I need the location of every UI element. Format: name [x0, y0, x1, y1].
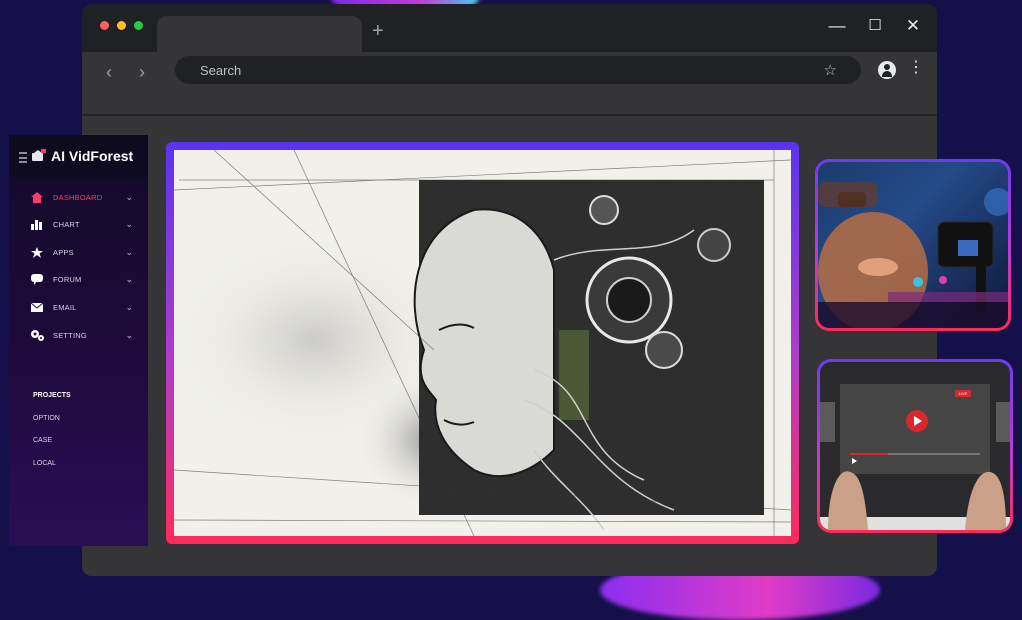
play-button-icon[interactable]: [906, 410, 928, 432]
vr-gaming-image: [818, 162, 1008, 328]
sidebar-item-label: DASHBOARD: [53, 193, 103, 202]
live-badge: LIVE: [955, 390, 971, 397]
envelope-icon: [31, 302, 43, 312]
new-tab-button[interactable]: +: [372, 20, 384, 43]
chevron-down-icon: ⌄: [125, 274, 133, 284]
browser-menu-kebab-icon[interactable]: ⋮: [908, 60, 924, 76]
sidebar-item-forum[interactable]: FORUM ⌄: [31, 272, 135, 288]
sidebar-subitem-option[interactable]: OPTION: [33, 415, 60, 422]
vr-gaming-thumbnail[interactable]: [815, 159, 1011, 331]
minimize-window-icon[interactable]: —: [827, 16, 847, 36]
chevron-down-icon: ⌄: [125, 247, 133, 257]
sidebar-item-label: APPS: [53, 248, 74, 257]
browser-titlebar: + — ☐ ✕: [82, 4, 937, 54]
window-traffic-lights: [100, 21, 143, 30]
chevron-down-icon: ⌄: [125, 192, 133, 202]
sidebar-item-chart[interactable]: CHART ⌄: [31, 217, 135, 233]
app-sidebar: AI VidForest DASHBOARD ⌄ CHART ⌄ APPS ⌄ …: [9, 135, 148, 546]
sidebar-item-apps[interactable]: APPS ⌄: [31, 245, 135, 261]
featured-image-frame: [166, 142, 799, 544]
video-player-image: LIVE: [820, 362, 1010, 530]
sidebar-header: AI VidForest: [9, 135, 148, 177]
sidebar-item-label: SETTING: [53, 331, 87, 340]
chevron-down-icon: ⌄: [125, 330, 133, 340]
star-icon: [31, 247, 43, 258]
close-dot-icon[interactable]: [100, 21, 109, 30]
video-player-thumbnail[interactable]: LIVE: [817, 359, 1013, 533]
address-bar[interactable]: Search ☆: [175, 56, 861, 84]
browser-tab-active[interactable]: [157, 16, 362, 54]
sidebar-item-setting[interactable]: SETTING ⌄: [31, 328, 135, 344]
video-player-illustration: [820, 384, 1010, 530]
minimize-dot-icon[interactable]: [117, 21, 126, 30]
maximize-dot-icon[interactable]: [134, 21, 143, 30]
sidebar-item-label: FORUM: [53, 275, 82, 284]
bar-chart-icon: [31, 220, 42, 230]
sidebar-item-email[interactable]: EMAIL ⌄: [31, 300, 135, 316]
maximize-window-icon[interactable]: ☐: [865, 16, 885, 34]
projects-section-title: PROJECTS: [33, 392, 71, 399]
hamburger-menu-icon[interactable]: [19, 152, 27, 163]
vr-gaming-illustration: [818, 182, 1008, 328]
ai-sketch-portrait-image[interactable]: [174, 150, 791, 536]
ai-portrait-illustration: [174, 150, 791, 536]
chevron-down-icon: ⌄: [125, 302, 133, 312]
profile-avatar-icon[interactable]: [878, 61, 896, 79]
vidforest-logo-icon: [32, 149, 46, 161]
address-bar-placeholder: Search: [200, 63, 242, 78]
home-icon: [31, 192, 43, 203]
forward-arrow-icon[interactable]: ›: [139, 62, 145, 83]
sidebar-item-dashboard[interactable]: DASHBOARD ⌄: [31, 190, 135, 206]
sidebar-subitem-local[interactable]: LOCAL: [33, 460, 56, 467]
sidebar-item-label: EMAIL: [53, 303, 77, 312]
toolbar-divider: [82, 114, 937, 116]
chat-bubble-icon: [31, 274, 43, 285]
back-arrow-icon[interactable]: ‹: [106, 62, 112, 83]
app-logo-text[interactable]: AI VidForest: [51, 148, 133, 164]
sidebar-subitem-case[interactable]: CASE: [33, 437, 52, 444]
close-window-icon[interactable]: ✕: [903, 16, 923, 36]
sidebar-item-label: CHART: [53, 220, 80, 229]
gears-icon: [31, 330, 44, 341]
chevron-down-icon: ⌄: [125, 219, 133, 229]
bookmark-star-icon[interactable]: ☆: [824, 61, 837, 79]
